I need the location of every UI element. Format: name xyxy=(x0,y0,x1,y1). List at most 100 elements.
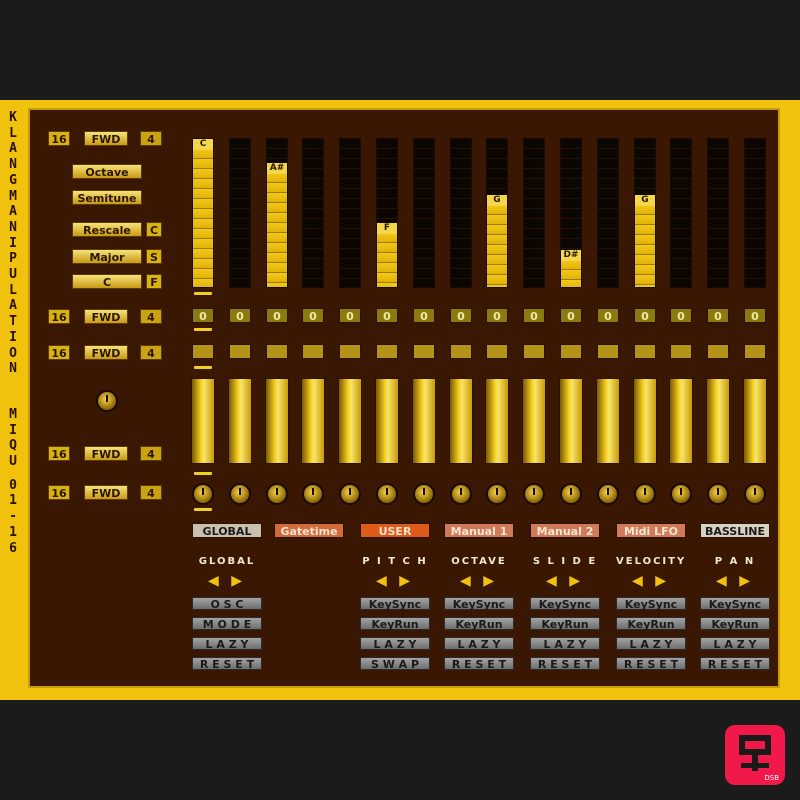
pitch-step-7[interactable] xyxy=(413,138,435,288)
velocity-step-7[interactable] xyxy=(412,378,436,464)
div-pitch[interactable]: 4 xyxy=(140,131,162,146)
slide-step-10[interactable] xyxy=(523,344,545,359)
semitune-button[interactable]: Semitune xyxy=(72,190,142,205)
velocity-step-4[interactable] xyxy=(301,378,325,464)
octave-step-13[interactable]: 0 xyxy=(634,308,656,323)
velocity-step-2[interactable] xyxy=(228,378,252,464)
slide-step-12[interactable] xyxy=(597,344,619,359)
octave-step-7[interactable]: 0 xyxy=(413,308,435,323)
section-button[interactable]: KeySync xyxy=(530,597,600,611)
direction-octave[interactable]: FWD xyxy=(84,309,128,324)
octave-button[interactable]: Octave xyxy=(72,164,142,179)
velocity-step-5[interactable] xyxy=(338,378,362,464)
rescale-button[interactable]: Rescale xyxy=(72,222,142,237)
pitch-step-8[interactable] xyxy=(450,138,472,288)
section-button[interactable]: KeySync xyxy=(700,597,770,611)
steps-pitch[interactable]: 16 xyxy=(48,131,70,146)
section-button[interactable]: KeyRun xyxy=(530,617,600,631)
section-button[interactable]: L A Z Y xyxy=(616,637,686,651)
slide-step-7[interactable] xyxy=(413,344,435,359)
velocity-step-16[interactable] xyxy=(743,378,767,464)
tab-user[interactable]: USER xyxy=(360,523,430,538)
octave-step-4[interactable]: 0 xyxy=(302,308,324,323)
pan-knob-10[interactable] xyxy=(523,483,545,505)
velocity-step-11[interactable] xyxy=(559,378,583,464)
pitch-step-5[interactable] xyxy=(339,138,361,288)
octave-step-15[interactable]: 0 xyxy=(707,308,729,323)
slide-step-15[interactable] xyxy=(707,344,729,359)
pitch-step-12[interactable] xyxy=(597,138,619,288)
pitch-step-13[interactable]: G xyxy=(634,138,656,288)
section-arrows[interactable]: ◀ ▶ xyxy=(530,574,600,588)
tab-midi-lfo[interactable]: Midi LFO xyxy=(616,523,686,538)
pitch-step-9[interactable]: G xyxy=(486,138,508,288)
slide-step-16[interactable] xyxy=(744,344,766,359)
direction-pan[interactable]: FWD xyxy=(84,485,128,500)
section-arrows[interactable]: ◀ ▶ xyxy=(360,574,430,588)
pitch-step-3[interactable]: A# xyxy=(266,138,288,288)
section-button[interactable]: KeySync xyxy=(616,597,686,611)
pitch-step-1[interactable]: C xyxy=(192,138,214,288)
slide-step-8[interactable] xyxy=(450,344,472,359)
pan-knob-9[interactable] xyxy=(486,483,508,505)
pitch-step-16[interactable] xyxy=(744,138,766,288)
octave-step-6[interactable]: 0 xyxy=(376,308,398,323)
pan-knob-6[interactable] xyxy=(376,483,398,505)
velocity-step-15[interactable] xyxy=(706,378,730,464)
root-select[interactable]: C xyxy=(72,274,142,289)
pan-knob-13[interactable] xyxy=(634,483,656,505)
tab-gatetime[interactable]: Gatetime xyxy=(274,523,344,538)
octave-step-8[interactable]: 0 xyxy=(450,308,472,323)
velocity-step-9[interactable] xyxy=(485,378,509,464)
pan-knob-8[interactable] xyxy=(450,483,472,505)
section-button[interactable]: L A Z Y xyxy=(530,637,600,651)
pitch-step-2[interactable] xyxy=(229,138,251,288)
section-button[interactable]: L A Z Y xyxy=(192,637,262,651)
pan-knob-11[interactable] xyxy=(560,483,582,505)
direction-pitch[interactable]: FWD xyxy=(84,131,128,146)
slide-step-13[interactable] xyxy=(634,344,656,359)
pitch-step-11[interactable]: D# xyxy=(560,138,582,288)
direction-slide[interactable]: FWD xyxy=(84,345,128,360)
pan-knob-4[interactable] xyxy=(302,483,324,505)
section-button[interactable]: L A Z Y xyxy=(444,637,514,651)
pan-knob-1[interactable] xyxy=(192,483,214,505)
section-button[interactable]: KeyRun xyxy=(700,617,770,631)
velocity-step-12[interactable] xyxy=(596,378,620,464)
octave-step-11[interactable]: 0 xyxy=(560,308,582,323)
velocity-step-14[interactable] xyxy=(669,378,693,464)
section-button[interactable]: KeyRun xyxy=(616,617,686,631)
section-button[interactable]: O S C xyxy=(192,597,262,611)
div-pan[interactable]: 4 xyxy=(140,485,162,500)
pan-knob-12[interactable] xyxy=(597,483,619,505)
section-button[interactable]: R E S E T xyxy=(444,657,514,671)
section-button[interactable]: R E S E T xyxy=(192,657,262,671)
pan-knob-16[interactable] xyxy=(744,483,766,505)
pitch-step-15[interactable] xyxy=(707,138,729,288)
section-button[interactable]: R E S E T xyxy=(530,657,600,671)
div-octave[interactable]: 4 xyxy=(140,309,162,324)
slide-step-11[interactable] xyxy=(560,344,582,359)
velocity-step-8[interactable] xyxy=(449,378,473,464)
steps-pan[interactable]: 16 xyxy=(48,485,70,500)
root-key[interactable]: F xyxy=(146,274,162,289)
section-button[interactable]: L A Z Y xyxy=(360,637,430,651)
slide-step-14[interactable] xyxy=(670,344,692,359)
section-button[interactable]: R E S E T xyxy=(700,657,770,671)
slide-step-6[interactable] xyxy=(376,344,398,359)
section-arrows[interactable]: ◀ ▶ xyxy=(616,574,686,588)
tab-global[interactable]: GLOBAL xyxy=(192,523,262,538)
section-button[interactable]: S W A P xyxy=(360,657,430,671)
steps-octave[interactable]: 16 xyxy=(48,309,70,324)
octave-step-14[interactable]: 0 xyxy=(670,308,692,323)
div-velocity[interactable]: 4 xyxy=(140,446,162,461)
section-button[interactable]: KeySync xyxy=(360,597,430,611)
velocity-step-3[interactable] xyxy=(265,378,289,464)
octave-step-16[interactable]: 0 xyxy=(744,308,766,323)
velocity-step-6[interactable] xyxy=(375,378,399,464)
pan-knob-7[interactable] xyxy=(413,483,435,505)
octave-step-9[interactable]: 0 xyxy=(486,308,508,323)
section-arrows[interactable]: ◀ ▶ xyxy=(444,574,514,588)
slide-step-1[interactable] xyxy=(192,344,214,359)
slide-step-4[interactable] xyxy=(302,344,324,359)
